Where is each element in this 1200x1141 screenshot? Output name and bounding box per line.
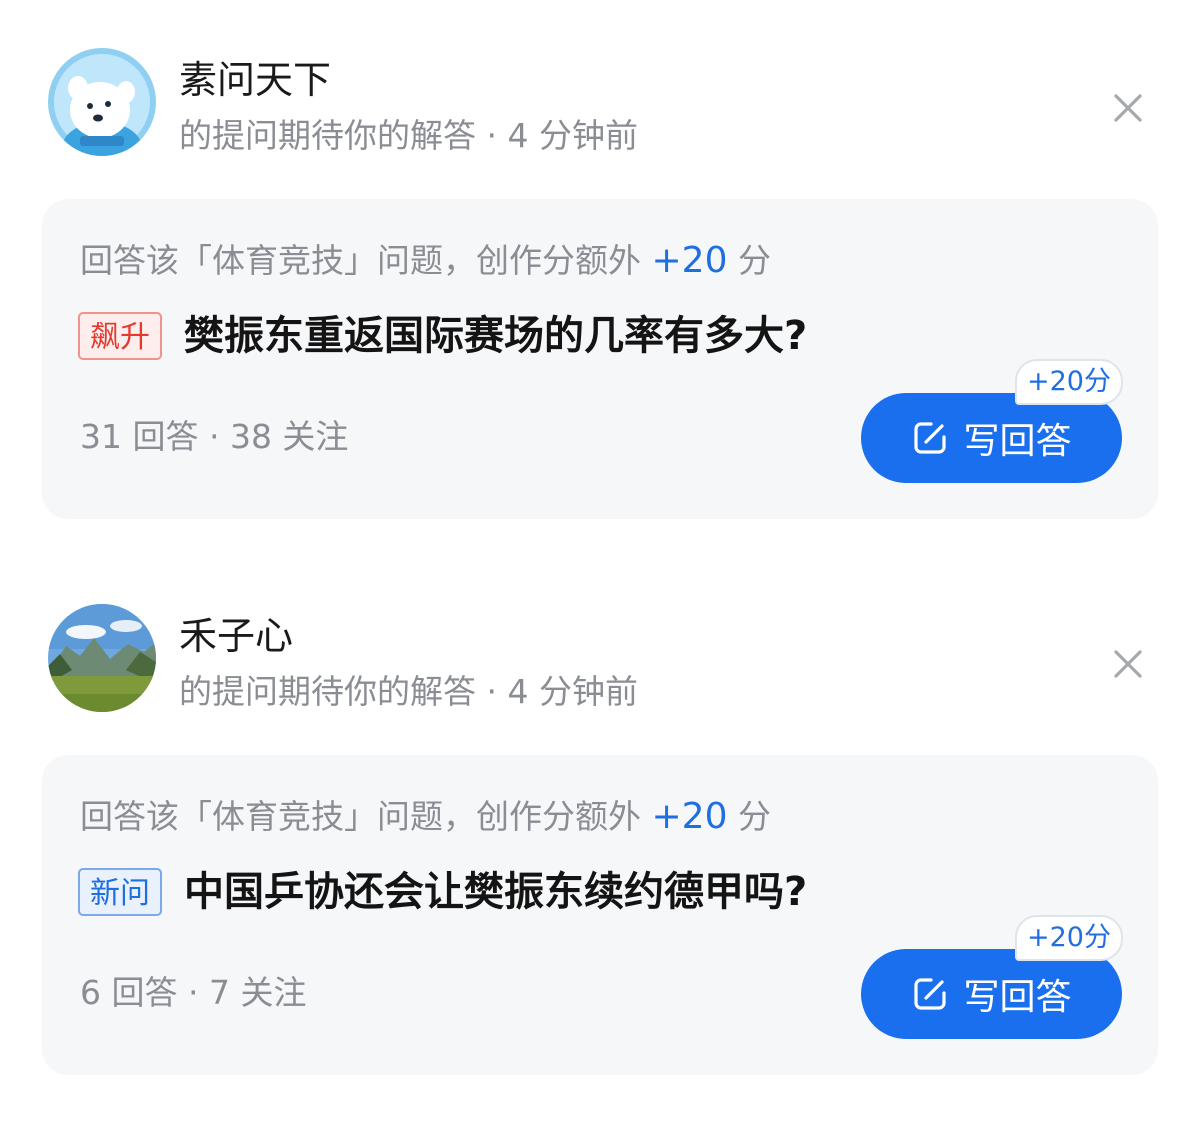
close-icon[interactable]: [1108, 644, 1148, 684]
asker-name[interactable]: 素问天下: [179, 56, 331, 104]
question-stats: 6 回答 · 7 关注: [80, 973, 307, 1012]
landscape-icon: [48, 604, 156, 712]
bonus-hint: 回答该「体育竞技」问题，创作分额外 +20 分: [80, 239, 771, 283]
write-answer-button[interactable]: 写回答: [861, 949, 1122, 1039]
bonus-badge: +20分: [1015, 359, 1123, 405]
bonus-hint: 回答该「体育竞技」问题，创作分额外 +20 分: [80, 795, 771, 839]
write-answer-button[interactable]: 写回答: [861, 393, 1122, 483]
close-icon[interactable]: [1108, 88, 1148, 128]
question-row: 飙升 樊振东重返国际赛场的几率有多大?: [78, 307, 807, 367]
question-stats: 31 回答 · 38 关注: [80, 417, 349, 456]
new-question-tag: 新问: [78, 868, 162, 916]
write-answer-label: 写回答: [963, 421, 1072, 462]
hint-bonus: +20: [651, 796, 728, 837]
avatar[interactable]: [48, 48, 156, 156]
edit-icon: [914, 422, 947, 454]
trend-tag: 飙升: [78, 312, 162, 360]
question-card[interactable]: 回答该「体育竞技」问题，创作分额外 +20 分 新问 中国乒协还会让樊振东续约德甲…: [42, 755, 1158, 1075]
asker-subtitle: 的提问期待你的解答 · 4 分钟前: [179, 672, 638, 711]
hint-bonus: +20: [651, 240, 728, 281]
asker-subtitle: 的提问期待你的解答 · 4 分钟前: [179, 116, 638, 155]
hint-suffix: 分: [727, 241, 771, 280]
hint-prefix: 回答该「体育竞技」问题，创作分额外: [80, 241, 652, 280]
polar-bear-icon: [48, 48, 156, 156]
edit-icon: [914, 978, 947, 1010]
bonus-badge: +20分: [1015, 915, 1123, 961]
avatar[interactable]: [48, 604, 156, 712]
asker-name[interactable]: 禾子心: [179, 612, 293, 660]
question-row: 新问 中国乒协还会让樊振东续约德甲吗?: [78, 863, 807, 923]
question-card[interactable]: 回答该「体育竞技」问题，创作分额外 +20 分 飙升 樊振东重返国际赛场的几率有多…: [42, 199, 1158, 519]
hint-prefix: 回答该「体育竞技」问题，创作分额外: [80, 797, 652, 836]
question-title[interactable]: 樊振东重返国际赛场的几率有多大?: [184, 307, 807, 365]
hint-suffix: 分: [727, 797, 771, 836]
question-title[interactable]: 中国乒协还会让樊振东续约德甲吗?: [184, 863, 807, 921]
write-answer-label: 写回答: [963, 977, 1072, 1018]
